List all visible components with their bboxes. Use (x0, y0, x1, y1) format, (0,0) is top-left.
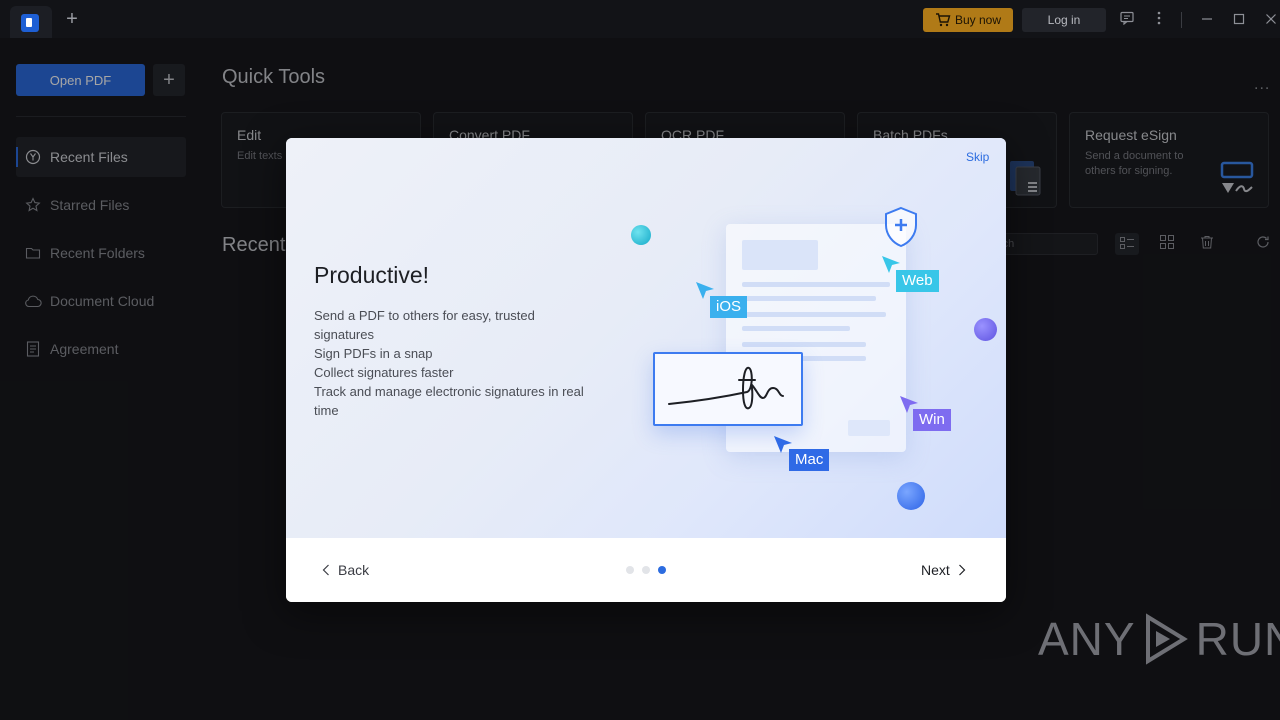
win-badge: Win (913, 409, 951, 431)
document-footer-block (848, 420, 890, 436)
buy-now-label: Buy now (954, 13, 1002, 27)
web-badge: Web (896, 270, 939, 292)
watermark-right-text: RUN (1195, 613, 1280, 665)
chevron-right-icon (958, 564, 966, 576)
buy-now-button[interactable]: Buy now (923, 8, 1013, 32)
watermark-left-text: ANY (1038, 613, 1136, 665)
document-line (742, 296, 876, 301)
mac-badge: Mac (789, 449, 830, 471)
play-logo-icon (1145, 613, 1188, 665)
pagination-dot-3[interactable] (658, 566, 666, 574)
kebab-menu-icon[interactable] (1149, 10, 1169, 30)
login-button[interactable]: Log in (1022, 8, 1106, 32)
close-icon[interactable] (1261, 10, 1280, 30)
maximize-icon[interactable] (1229, 10, 1249, 30)
feature-item: Send a PDF to others for easy, trusted s… (314, 308, 535, 342)
back-label: Back (338, 562, 370, 578)
document-line (742, 282, 890, 287)
app-tab[interactable] (10, 6, 52, 38)
document-line (742, 312, 886, 317)
decor-ball (974, 318, 997, 341)
app-logo-icon (21, 14, 39, 32)
shield-icon (885, 206, 917, 248)
signature-icon (668, 366, 784, 410)
feature-item: Collect signatures faster (314, 365, 454, 380)
ios-badge: iOS (710, 296, 748, 318)
onboarding-dialog: Skip Productive! Send a PDF to others fo… (286, 138, 1006, 602)
next-button[interactable]: Next (921, 562, 966, 578)
decor-ball (631, 225, 651, 245)
pagination-dot-2[interactable] (642, 566, 650, 574)
decor-ball (897, 482, 925, 510)
skip-button[interactable]: Skip (966, 150, 989, 164)
document-line (742, 342, 866, 347)
feature-item: Sign PDFs in a snap (314, 346, 433, 361)
titlebar-divider (1181, 12, 1182, 28)
dialog-title: Productive! (314, 262, 430, 288)
feature-item: Track and manage electronic signatures i… (314, 384, 584, 418)
document-header-block (742, 240, 818, 270)
cart-icon (935, 13, 951, 27)
new-tab-button[interactable]: + (62, 9, 82, 29)
next-label: Next (921, 562, 950, 578)
feedback-icon[interactable] (1117, 10, 1137, 30)
chevron-left-icon (322, 564, 329, 576)
minimize-icon[interactable] (1197, 10, 1217, 30)
pagination-dot-1[interactable] (626, 566, 634, 574)
document-line (742, 326, 850, 331)
watermark: ANY RUN (1038, 612, 1280, 666)
signature-box (653, 352, 803, 426)
back-button[interactable]: Back (322, 562, 369, 578)
